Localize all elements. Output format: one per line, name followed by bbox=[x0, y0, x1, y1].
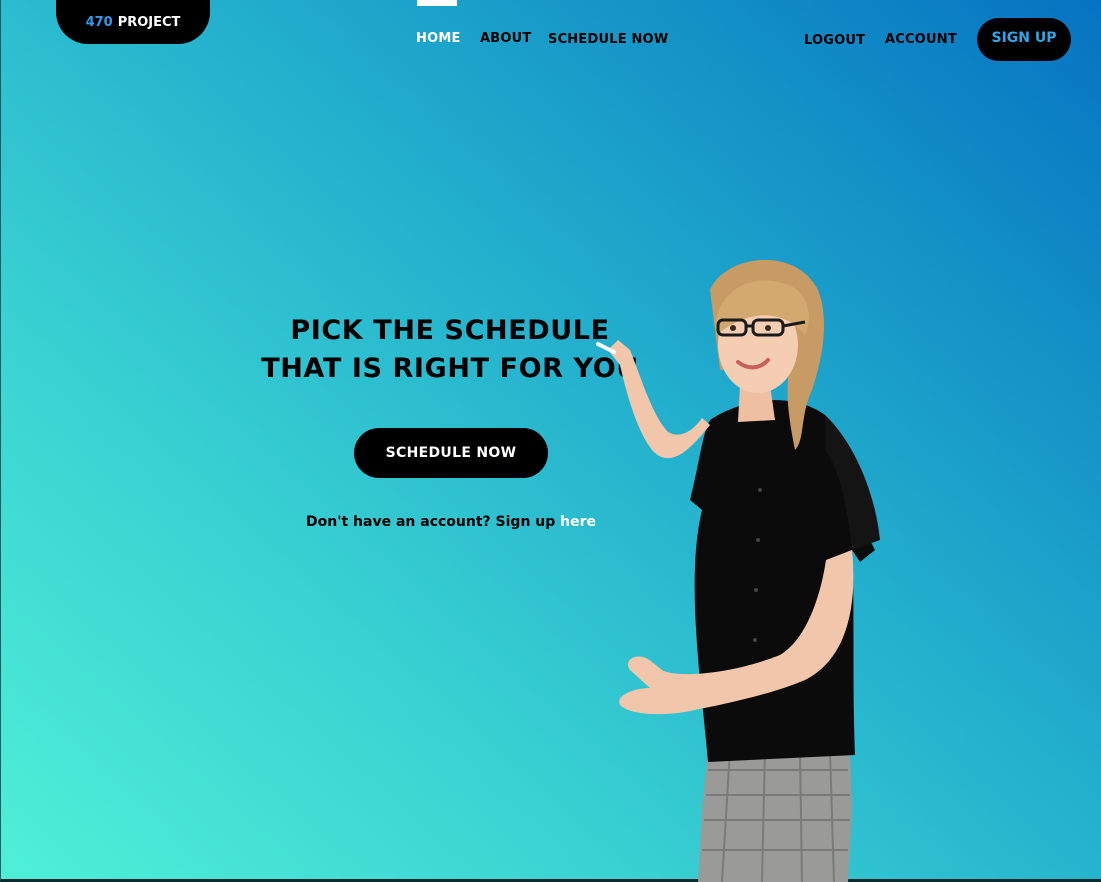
woman-teacher-pointing-image bbox=[596, 259, 880, 882]
nav-account[interactable]: ACCOUNT bbox=[885, 32, 957, 47]
signup-button[interactable]: SIGN UP bbox=[977, 18, 1071, 61]
nav-logout[interactable]: LOGOUT bbox=[804, 33, 865, 48]
active-tab-indicator bbox=[417, 0, 457, 6]
landing-page: 470 PROJECT HOME ABOUT SCHEDULE NOW LOGO… bbox=[0, 0, 1101, 882]
schedule-now-button[interactable]: SCHEDULE NOW bbox=[354, 428, 548, 478]
logo-number: 470 bbox=[85, 15, 113, 30]
signup-prompt: Don't have an account? Sign up here bbox=[306, 514, 596, 530]
logo-text: PROJECT bbox=[117, 15, 181, 30]
site-logo[interactable]: 470 PROJECT bbox=[56, 0, 210, 44]
signup-prompt-text: Don't have an account? Sign up bbox=[306, 514, 556, 530]
nav-about[interactable]: ABOUT bbox=[480, 31, 531, 46]
frame-border bbox=[0, 0, 1101, 882]
nav-home[interactable]: HOME bbox=[416, 31, 461, 46]
nav-schedule-now[interactable]: SCHEDULE NOW bbox=[548, 32, 668, 47]
